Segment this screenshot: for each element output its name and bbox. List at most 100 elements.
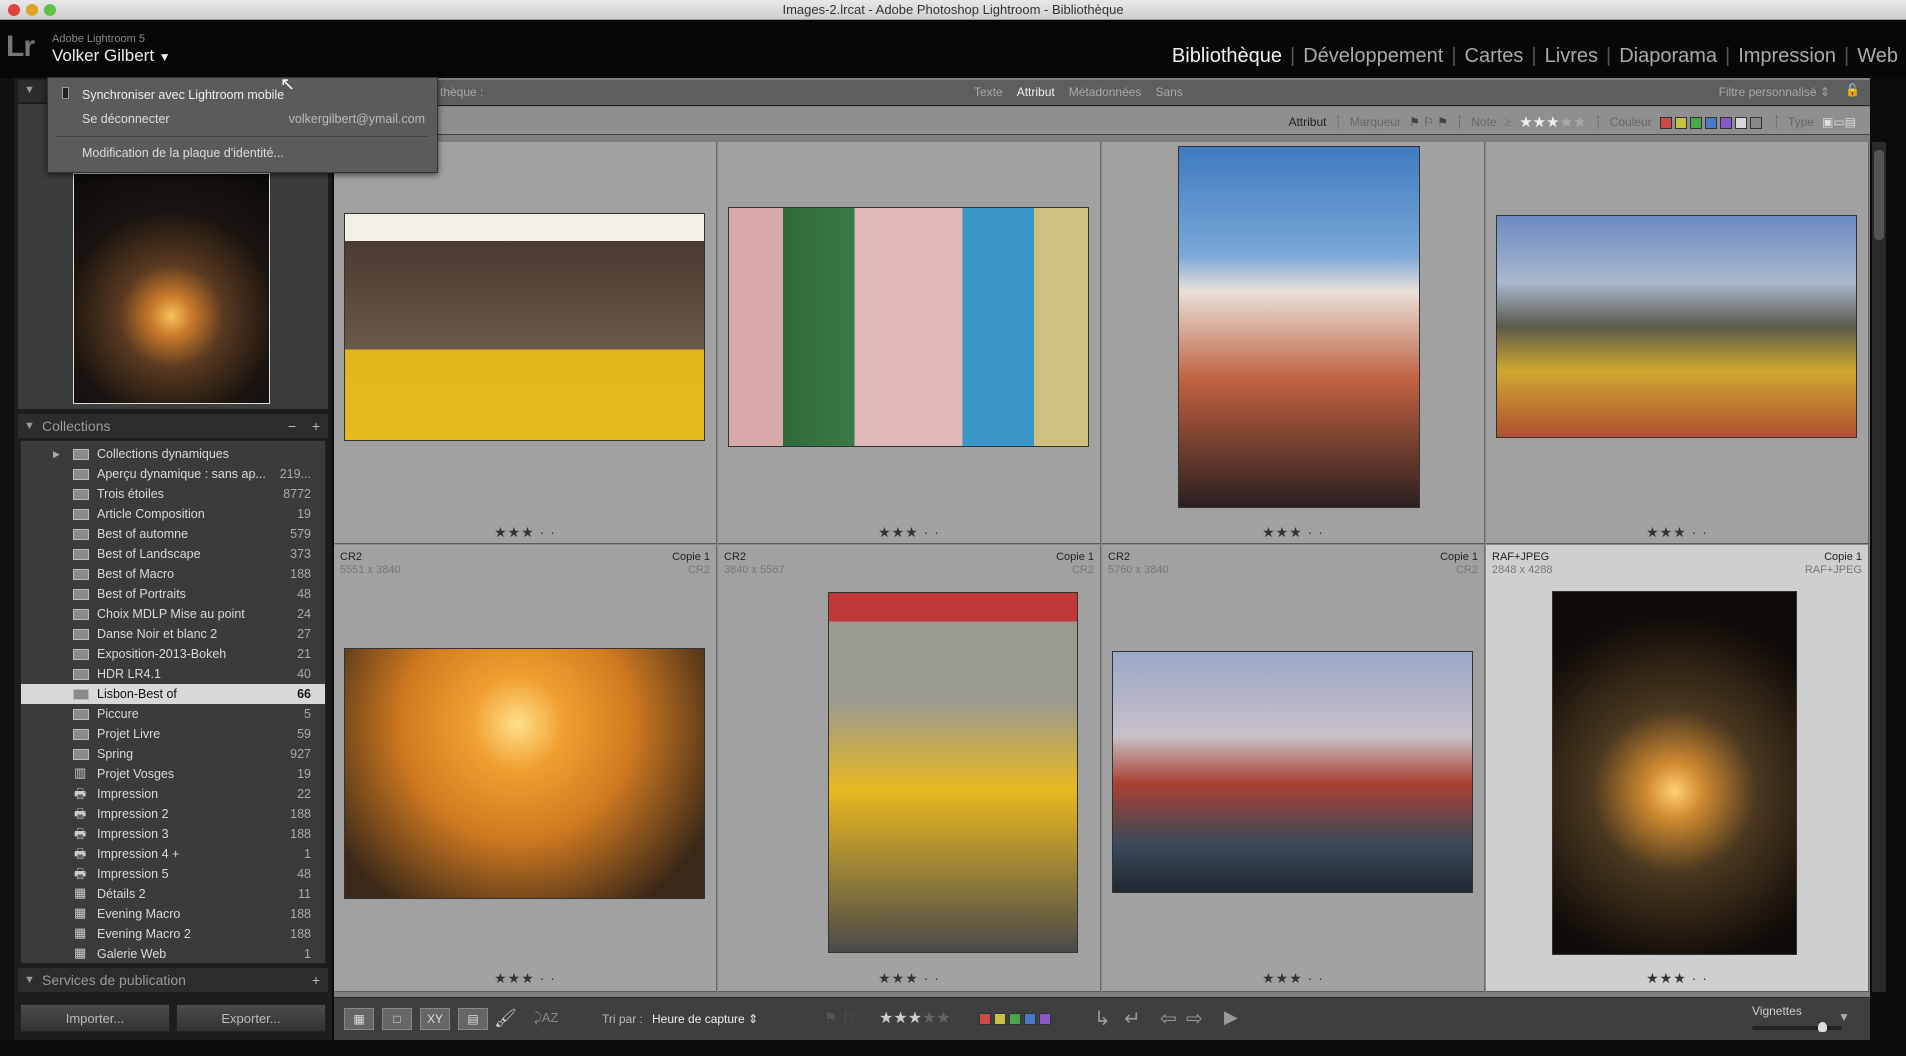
thumbnail-cell[interactable]: RAF+JPEG Copie 1 2848 x 4288 RAF+JPEG ★★★ · … [1486,545,1869,992]
toolbar-rating-stars[interactable]: ★★★★★ [879,1008,951,1028]
rating-stars[interactable]: ★★★ · · [334,970,716,987]
thumbnail-cell[interactable]: ★★★ · · [1486,142,1869,544]
thumbnail-cell[interactable]: ★★★ · · [334,142,717,544]
add-publish-service-button[interactable]: + [312,968,320,992]
filter-preset-select[interactable]: Filtre personnalisé ⇕ [1719,85,1830,99]
collection-item[interactable]: Choix MDLP Mise au point 24 [21,604,325,624]
rating-stars[interactable]: ★★★ · · [334,524,716,541]
collection-item[interactable]: Spring 927 [21,744,325,764]
color-filter[interactable] [1659,115,1765,129]
color-label-swatch[interactable] [994,1012,1006,1025]
painter-icon[interactable]: 🖌 [494,1008,517,1029]
star-icon[interactable]: ★ [1546,114,1559,131]
survey-view-icon[interactable]: ▤ [458,1008,488,1030]
toolbar-menu-chevron-icon[interactable]: ▼ [1838,1010,1850,1024]
filter-tab[interactable]: Attribut [1017,85,1055,99]
color-label-swatch[interactable] [1024,1012,1036,1025]
collection-item[interactable]: 🖶 Impression 2 188 [21,804,325,824]
star-icon[interactable]: ★ [1519,114,1532,131]
rating-stars[interactable]: ★★★ · · [718,524,1100,541]
collection-item[interactable]: Piccure 5 [21,704,325,724]
sort-select[interactable]: Heure de capture ⇕ [652,1012,758,1026]
menu-item-sync[interactable]: Synchroniser avec Lightroom mobile [82,88,284,102]
star-icon[interactable]: ★ [1573,114,1586,131]
color-label-swatch[interactable] [1039,1012,1051,1025]
minimize-button[interactable] [26,4,38,16]
module-6[interactable]: Web [1857,45,1898,68]
thumbnail-cell[interactable]: CR2 Copie 1 5551 x 3840 CR2 ★★★ · · [334,545,717,992]
color-label-swatch[interactable] [1009,1012,1021,1025]
photo-thumbnail[interactable] [1496,215,1857,438]
grid-scrollbar[interactable] [1872,142,1886,992]
identity-plate-user[interactable]: Volker Gilbert ▼ [52,46,171,66]
collection-item[interactable]: 🖶 Impression 3 188 [21,824,325,844]
import-button[interactable]: Importer... [20,1004,170,1032]
collection-item[interactable]: ▦ Détails 2 11 [21,884,325,904]
collection-item[interactable]: Article Composition 19 [21,504,325,524]
module-0[interactable]: Bibliothèque [1172,45,1282,68]
sort-direction-icon[interactable]: ⤸AZ [534,1010,558,1026]
collection-item[interactable]: ▶ Collections dynamiques [21,444,325,464]
photo-thumbnail[interactable] [728,207,1089,447]
next-icon[interactable]: ⇨ [1186,1006,1203,1031]
color-label-swatch[interactable] [979,1012,991,1025]
close-button[interactable] [8,4,20,16]
thumbnail-cell[interactable]: CR2 Copie 1 3840 x 5567 CR2 ★★★ · · [718,545,1101,992]
collections-header[interactable]: ▼ Collections − + [18,414,328,438]
collection-item[interactable]: Trois étoiles 8772 [21,484,325,504]
previous-icon[interactable]: ⇦ [1160,1006,1177,1031]
collection-item[interactable]: 🖶 Impression 22 [21,784,325,804]
zoom-button[interactable] [44,4,56,16]
photo-thumbnail[interactable] [1112,651,1473,893]
thumbnail-size-slider[interactable] [1752,1022,1842,1032]
module-4[interactable]: Diaporama [1619,45,1717,68]
type-filter-icons[interactable]: ▣▭▤ [1822,115,1856,129]
rotate-right-icon[interactable]: ↵ [1124,1006,1141,1031]
rating-stars[interactable]: ★★★ · · [718,970,1100,987]
rating-filter-stars[interactable]: ★★★★★ [1519,113,1586,131]
collection-item[interactable]: ▦ Evening Macro 2 188 [21,924,325,944]
compare-view-icon[interactable]: XY [420,1008,450,1030]
menu-item-edit-identity-plate[interactable]: Modification de la plaque d'identité... [82,146,284,160]
collection-item[interactable]: 🖶 Impression 5 48 [21,864,325,884]
flag-filter-icons[interactable]: ⚑ ⚐ ⚑ [1409,115,1448,129]
collection-item[interactable]: ▦ Galerie Web 1 [21,944,325,964]
collection-item[interactable]: ▦ Evening Macro 188 [21,904,325,924]
remove-collection-button[interactable]: − [288,414,296,438]
photo-thumbnail[interactable] [828,592,1078,953]
collection-item[interactable]: Aperçu dynamique : sans ap... 219... [21,464,325,484]
rating-stars[interactable]: ★★★ · · [1102,524,1484,541]
collection-item[interactable]: Best of automne 579 [21,524,325,544]
collection-item[interactable]: HDR LR4.1 40 [21,664,325,684]
star-icon[interactable]: ★ [893,1010,907,1027]
collection-item[interactable]: Exposition-2013-Bokeh 21 [21,644,325,664]
lock-icon[interactable]: 🔓 [1845,83,1860,97]
photo-thumbnail[interactable] [1552,591,1797,955]
left-panel-edge[interactable] [0,78,14,1040]
star-icon[interactable]: ★ [936,1010,950,1027]
menu-item-logout[interactable]: Se déconnecter [82,112,170,126]
collection-item[interactable]: Best of Landscape 373 [21,544,325,564]
module-2[interactable]: Cartes [1465,45,1524,68]
filter-tab[interactable]: Texte [974,85,1003,99]
color-swatch[interactable] [1689,116,1702,129]
slider-knob[interactable] [1818,1022,1828,1032]
thumbnail-cell[interactable]: CR2 Copie 1 5760 x 3840 CR2 ★★★ · · [1102,545,1485,992]
color-swatch[interactable] [1674,116,1687,129]
collection-item[interactable]: Best of Portraits 48 [21,584,325,604]
collection-item[interactable]: Lisbon-Best of 66 [21,684,325,704]
module-5[interactable]: Impression [1738,45,1836,68]
star-icon[interactable]: ★ [1560,114,1573,131]
collection-item[interactable]: Projet Livre 59 [21,724,325,744]
slideshow-play-icon[interactable]: ▶ [1224,1007,1238,1028]
flag-icons[interactable]: ⚑ ⚐ [824,1009,855,1027]
thumbnail-cell[interactable]: ★★★ · · [1102,142,1485,544]
expand-triangle-icon[interactable]: ▶ [53,444,60,464]
color-swatch[interactable] [1704,116,1717,129]
star-icon[interactable]: ★ [908,1010,922,1027]
collection-item[interactable]: ▥ Projet Vosges 19 [21,764,325,784]
export-button[interactable]: Exporter... [176,1004,326,1032]
collection-item[interactable]: Best of Macro 188 [21,564,325,584]
photo-thumbnail[interactable] [344,648,705,899]
color-swatch[interactable] [1749,116,1762,129]
